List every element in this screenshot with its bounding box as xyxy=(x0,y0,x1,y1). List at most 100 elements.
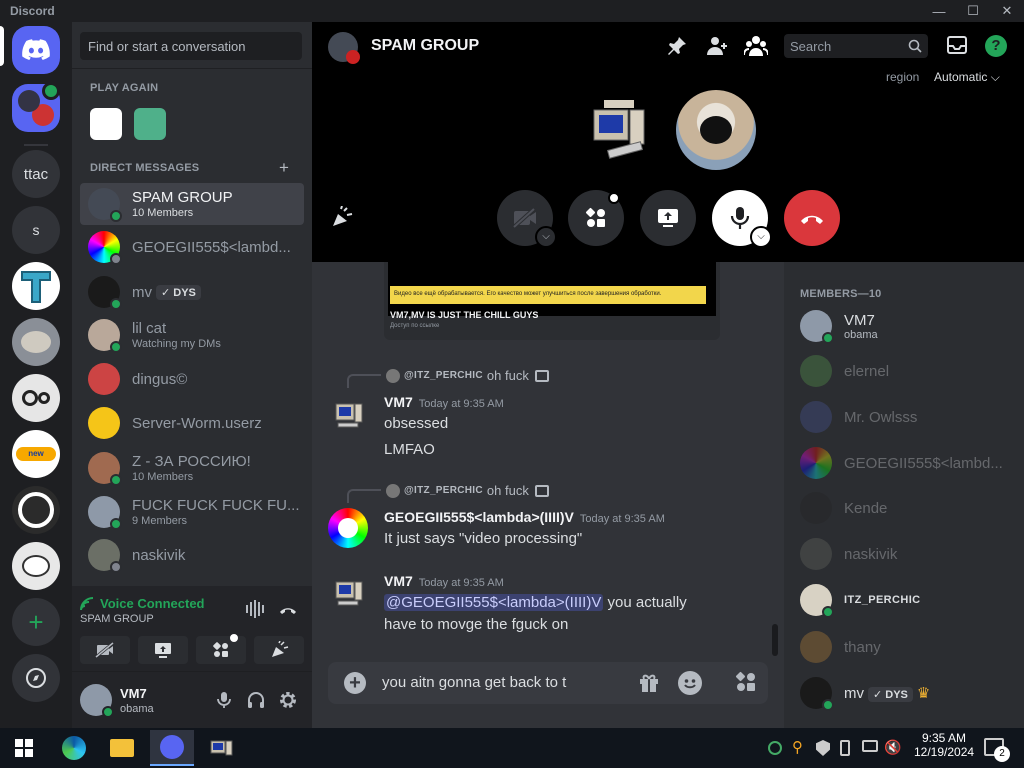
message-avatar[interactable] xyxy=(328,574,368,614)
mute-button[interactable] xyxy=(214,690,234,713)
member-item-itz-perchic[interactable]: ITZ_PERCHIC xyxy=(800,584,921,618)
message-avatar[interactable] xyxy=(328,396,368,436)
member-item-elernel[interactable]: elernel xyxy=(800,355,889,387)
game-icon-2[interactable] xyxy=(134,108,166,140)
notification-center-icon[interactable]: 2 xyxy=(984,738,1010,762)
add-friends-button[interactable] xyxy=(705,35,729,60)
member-item-naskivik[interactable]: naskivik xyxy=(800,538,897,570)
server-t-icon[interactable] xyxy=(12,262,60,310)
user-tag: obama xyxy=(120,703,154,715)
server-s[interactable]: s xyxy=(12,206,60,254)
screen-share-call-button[interactable] xyxy=(640,190,696,246)
server-rail: ttac s new + xyxy=(0,22,72,728)
message-avatar[interactable] xyxy=(328,508,368,548)
message-list: Видео все ещё обрабатывается. Его качест… xyxy=(312,262,784,657)
server-reddit-icon[interactable] xyxy=(12,542,60,590)
minimize-button[interactable]: — xyxy=(922,0,956,22)
settings-button[interactable] xyxy=(278,690,298,713)
dm-search-input[interactable]: Find or start a conversation xyxy=(80,32,302,60)
user-avatar[interactable] xyxy=(80,684,114,718)
video-embed[interactable]: Видео все ещё обрабатывается. Его качест… xyxy=(384,262,720,340)
reply-preview[interactable]: @ITZ_PERCHIC oh fuck xyxy=(386,483,549,498)
inbox-button[interactable] xyxy=(946,34,968,56)
dm-item-server-worm[interactable]: Server-Worm.userz xyxy=(80,402,304,444)
mute-call-button[interactable]: ⌵ xyxy=(712,190,772,248)
dm-item-mv[interactable]: mv ✓ DYS xyxy=(80,271,304,313)
reply-preview[interactable]: @ITZ_PERCHIC oh fuck xyxy=(386,368,549,383)
activities-call-button[interactable] xyxy=(568,190,624,246)
network-icon[interactable] xyxy=(862,740,878,752)
member-list-button[interactable] xyxy=(743,35,769,60)
server-ttac[interactable]: ttac xyxy=(12,150,60,198)
volume-mute-icon[interactable]: 🔇 xyxy=(884,739,901,756)
member-item-mv[interactable]: mv ✓ DYS ♛ xyxy=(800,677,930,711)
attach-plus-button[interactable]: + xyxy=(344,672,366,694)
status-online-icon xyxy=(110,518,122,530)
server-obs-icon[interactable] xyxy=(12,486,60,534)
activities-button[interactable] xyxy=(196,634,246,664)
server-face-icon[interactable] xyxy=(12,374,60,422)
create-dm-button[interactable]: + xyxy=(279,158,289,178)
close-button[interactable]: ✕ xyxy=(990,0,1024,22)
chevron-down-icon[interactable]: ⌵ xyxy=(535,226,557,248)
dm-item-naskivik[interactable]: naskivik xyxy=(80,534,304,576)
member-item-mr-owlsss[interactable]: Mr. Owlsss xyxy=(800,401,917,433)
home-button[interactable] xyxy=(12,26,60,74)
region-select[interactable]: Automatic ⌵ xyxy=(934,70,1000,85)
user-mention[interactable]: @GEOEGII555$<lambda>(IIII)V xyxy=(384,594,604,611)
camera-off-button[interactable] xyxy=(80,636,130,664)
channel-title[interactable]: SPAM GROUP xyxy=(371,37,479,55)
leave-call-button[interactable] xyxy=(784,190,840,246)
member-item-geoegii[interactable]: GEOEGII555$<lambd... xyxy=(800,447,1003,479)
dm-item-lil-cat[interactable]: lil cat Watching my DMs xyxy=(80,314,304,356)
edge-taskbar-button[interactable] xyxy=(58,732,90,764)
voice-channel-name[interactable]: SPAM GROUP xyxy=(80,613,154,625)
participant-dog-avatar[interactable] xyxy=(676,90,756,170)
noise-suppression-icon[interactable] xyxy=(246,600,266,618)
computer-taskbar-button[interactable] xyxy=(206,732,238,764)
start-button[interactable] xyxy=(8,732,40,764)
tray-app-icon[interactable] xyxy=(768,741,782,755)
screen-share-button[interactable] xyxy=(138,636,188,664)
member-item-kende[interactable]: Kende xyxy=(800,492,887,524)
server-newgrounds-icon[interactable]: new xyxy=(12,430,60,478)
message-author[interactable]: VM7 Today at 9:35 AM xyxy=(384,573,504,589)
camera-toggle-button[interactable]: ⌵ xyxy=(497,190,557,248)
server-cat-icon[interactable] xyxy=(12,318,60,366)
disconnect-button[interactable] xyxy=(278,600,298,618)
member-item-vm7[interactable]: VM7 obama xyxy=(800,310,878,344)
user-panel: VM7 obama xyxy=(72,672,312,728)
maximize-button[interactable]: ☐ xyxy=(956,0,990,22)
message-text: obsessed xyxy=(384,415,449,432)
message-input[interactable]: you aitn gonna get back to t xyxy=(382,674,566,691)
dm-item-fuck-group[interactable]: FUCK FUCK FUCK FU... 9 Members xyxy=(80,491,304,533)
pinned-messages-button[interactable] xyxy=(666,35,688,60)
member-item-thany[interactable]: thany xyxy=(800,631,881,663)
dm-item-spam-group[interactable]: SPAM GROUP 10 Members xyxy=(80,183,304,225)
game-icon-1[interactable] xyxy=(90,108,122,140)
scrollbar[interactable] xyxy=(772,624,778,656)
gift-button[interactable] xyxy=(638,672,660,697)
search-tray-icon[interactable]: ⚲ xyxy=(792,738,803,756)
dm-item-geoegii[interactable]: GEOEGII555$<lambd... xyxy=(80,226,304,268)
dm-item-dingus[interactable]: dingus© xyxy=(80,358,304,400)
add-server-button[interactable]: + xyxy=(12,598,60,646)
header-search-input[interactable]: Search xyxy=(784,34,928,58)
explorer-taskbar-button[interactable] xyxy=(106,732,138,764)
soundboard-button[interactable] xyxy=(254,636,304,664)
taskbar-clock[interactable]: 9:35 AM 12/19/2024 xyxy=(914,731,974,759)
help-icon[interactable]: ? xyxy=(985,35,1007,57)
soundboard-floating-button[interactable] xyxy=(330,205,354,231)
chevron-down-icon[interactable]: ⌵ xyxy=(750,226,772,248)
microphone-icon xyxy=(217,692,231,708)
discord-taskbar-button[interactable] xyxy=(150,730,194,766)
message-author[interactable]: VM7 Today at 9:35 AM xyxy=(384,394,504,410)
participant-computer-avatar[interactable] xyxy=(590,96,650,162)
emoji-button[interactable] xyxy=(678,671,702,695)
explore-servers-button[interactable] xyxy=(12,654,60,702)
deafen-button[interactable] xyxy=(246,690,266,713)
message-author[interactable]: GEOEGII555$<lambda>(IIII)V Today at 9:35 … xyxy=(384,509,665,525)
composer-activities-button[interactable] xyxy=(734,670,758,697)
dm-item-z-group[interactable]: Z - ЗА РОССИЮ! 10 Members xyxy=(80,447,304,489)
battery-icon[interactable] xyxy=(840,740,850,756)
